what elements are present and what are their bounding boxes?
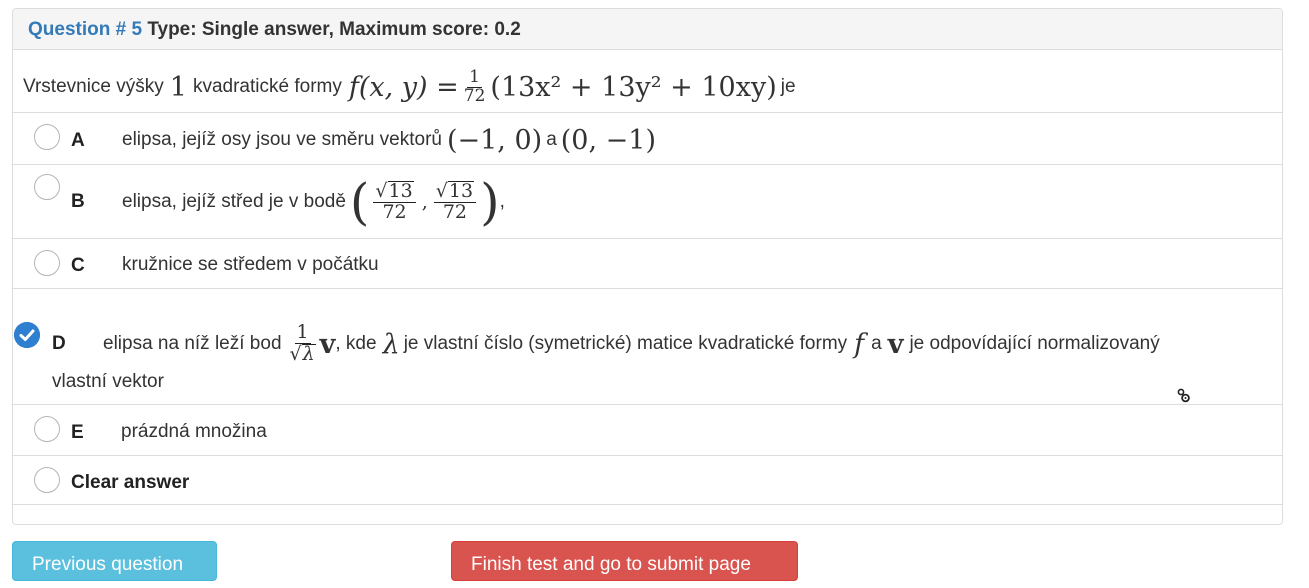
answer-b-fraction-2: √ 13 72 <box>433 180 477 223</box>
sqrt-radicand: 13 <box>387 180 414 203</box>
previous-question-button[interactable]: Previous question <box>12 541 217 581</box>
sqrt-radicand: 13 <box>447 180 475 203</box>
formula-lhs: f(x, y) = <box>348 71 459 103</box>
question-number: Question # 5 <box>28 19 143 40</box>
answer-b-label: elipsa, jejíž střed je v bodě <box>122 191 346 212</box>
answer-d-text2: , kde <box>335 333 377 354</box>
answer-c[interactable]: C kružnice se středem v počátku <box>13 238 1282 288</box>
question-text-after: je <box>780 76 796 97</box>
question-text-before: Vrstevnice výšky <box>23 76 164 97</box>
answer-d-letter: D <box>52 333 66 354</box>
answer-b-separator: , <box>421 191 428 213</box>
right-paren: ) <box>480 173 500 231</box>
answer-b-comma: , <box>499 191 505 212</box>
answer-d-text5: je odpovídající normalizovaný <box>909 333 1160 354</box>
f-symbol: f <box>854 328 865 360</box>
answer-a-letter: A <box>71 130 85 151</box>
answer-c-text: kružnice se středem v počátku <box>122 249 379 281</box>
answer-c-label: kružnice se středem v počátku <box>122 254 379 275</box>
check-circle-icon[interactable] <box>14 322 40 348</box>
answer-d-text3: je vlastní číslo (symetrické) matice kva… <box>403 333 848 354</box>
clear-answer-row[interactable]: Clear answer <box>13 455 1282 505</box>
sqrt-icon: √ 13 <box>435 180 475 203</box>
answer-d-fraction: 1 √ λ <box>288 321 318 365</box>
vector-v: v <box>319 328 336 360</box>
fraction-1-numerator: √ 13 <box>373 180 416 203</box>
answer-d-fraction-numerator: 1 <box>294 321 311 344</box>
answer-a-label: elipsa, jejíž osy jsou ve směru vektorů <box>122 129 442 150</box>
answer-d-label: elipsa na níž leží bod <box>103 333 282 354</box>
gear-cursor-icon <box>1177 388 1190 403</box>
radio-clear[interactable] <box>34 467 60 493</box>
sqrt-icon: √ 13 <box>375 180 414 203</box>
answer-e-text: prázdná množina <box>121 416 267 448</box>
answer-d-line2: vlastní vektor <box>52 371 164 393</box>
fraction-denominator: 72 <box>463 85 486 106</box>
question-header: Question # 5 Type: Single answer, Maximu… <box>13 9 1282 50</box>
fraction-2-denominator: 72 <box>442 201 467 223</box>
left-paren: ( <box>349 173 370 231</box>
radio-a[interactable] <box>34 124 60 150</box>
sqrt-icon: √ λ <box>289 343 316 365</box>
answer-b[interactable]: B elipsa, jejíž střed je v bodě ( √ 13 72… <box>13 164 1282 238</box>
height-value: 1 <box>169 71 187 103</box>
formula-rhs: (13x² + 13y² + 10xy) <box>490 71 777 103</box>
clear-answer-label: Clear answer <box>71 472 190 493</box>
answer-b-text: elipsa, jejíž střed je v bodě ( √ 13 72 ,… <box>122 172 505 232</box>
answer-b-fraction-1: √ 13 72 <box>373 180 416 223</box>
answer-a[interactable]: A elipsa, jejíž osy jsou ve směru vektor… <box>13 112 1282 164</box>
radio-b[interactable] <box>34 174 60 200</box>
answer-e-label: prázdná množina <box>121 421 267 442</box>
answer-d-text6: vlastní vektor <box>52 371 164 392</box>
fraction-2-numerator: √ 13 <box>433 180 477 203</box>
answer-a-vector1: (−1, 0) <box>446 124 543 156</box>
answer-d-fraction-denominator: √ λ <box>288 344 318 365</box>
lambda-symbol: λ <box>382 328 400 360</box>
formula-fraction: 1 72 <box>462 66 488 106</box>
lambda-radicand: λ <box>301 343 316 365</box>
answer-d-line1: elipsa na níž leží bod 1 √ λ v , kde λ je… <box>103 317 1160 371</box>
answer-a-conj: a <box>546 129 557 150</box>
radio-c[interactable] <box>34 250 60 276</box>
answer-e-letter: E <box>71 422 84 443</box>
fraction-numerator: 1 <box>467 66 482 88</box>
answer-c-letter: C <box>71 255 85 276</box>
answer-a-vector2: (0, −1) <box>560 124 656 156</box>
question-text-mid: kvadratické formy <box>192 76 342 97</box>
question-text: Vrstevnice výšky 1 kvadratické formy f(x… <box>23 63 796 111</box>
answer-e[interactable]: E prázdná množina <box>13 404 1282 455</box>
question-panel: Question # 5 Type: Single answer, Maximu… <box>12 8 1283 525</box>
finish-test-button[interactable]: Finish test and go to submit page <box>451 541 798 581</box>
answer-d-text4: a <box>871 333 882 354</box>
question-type: Type: Single answer, Maximum score: 0.2 <box>147 19 521 40</box>
answer-a-text: elipsa, jejíž osy jsou ve směru vektorů … <box>122 121 656 159</box>
radio-e[interactable] <box>34 416 60 442</box>
answer-b-letter: B <box>71 191 85 212</box>
fraction-1-denominator: 72 <box>382 201 407 223</box>
vector-v-2: v <box>887 328 904 360</box>
answer-d[interactable]: D elipsa na níž leží bod 1 √ λ v , kde λ … <box>13 288 1282 404</box>
